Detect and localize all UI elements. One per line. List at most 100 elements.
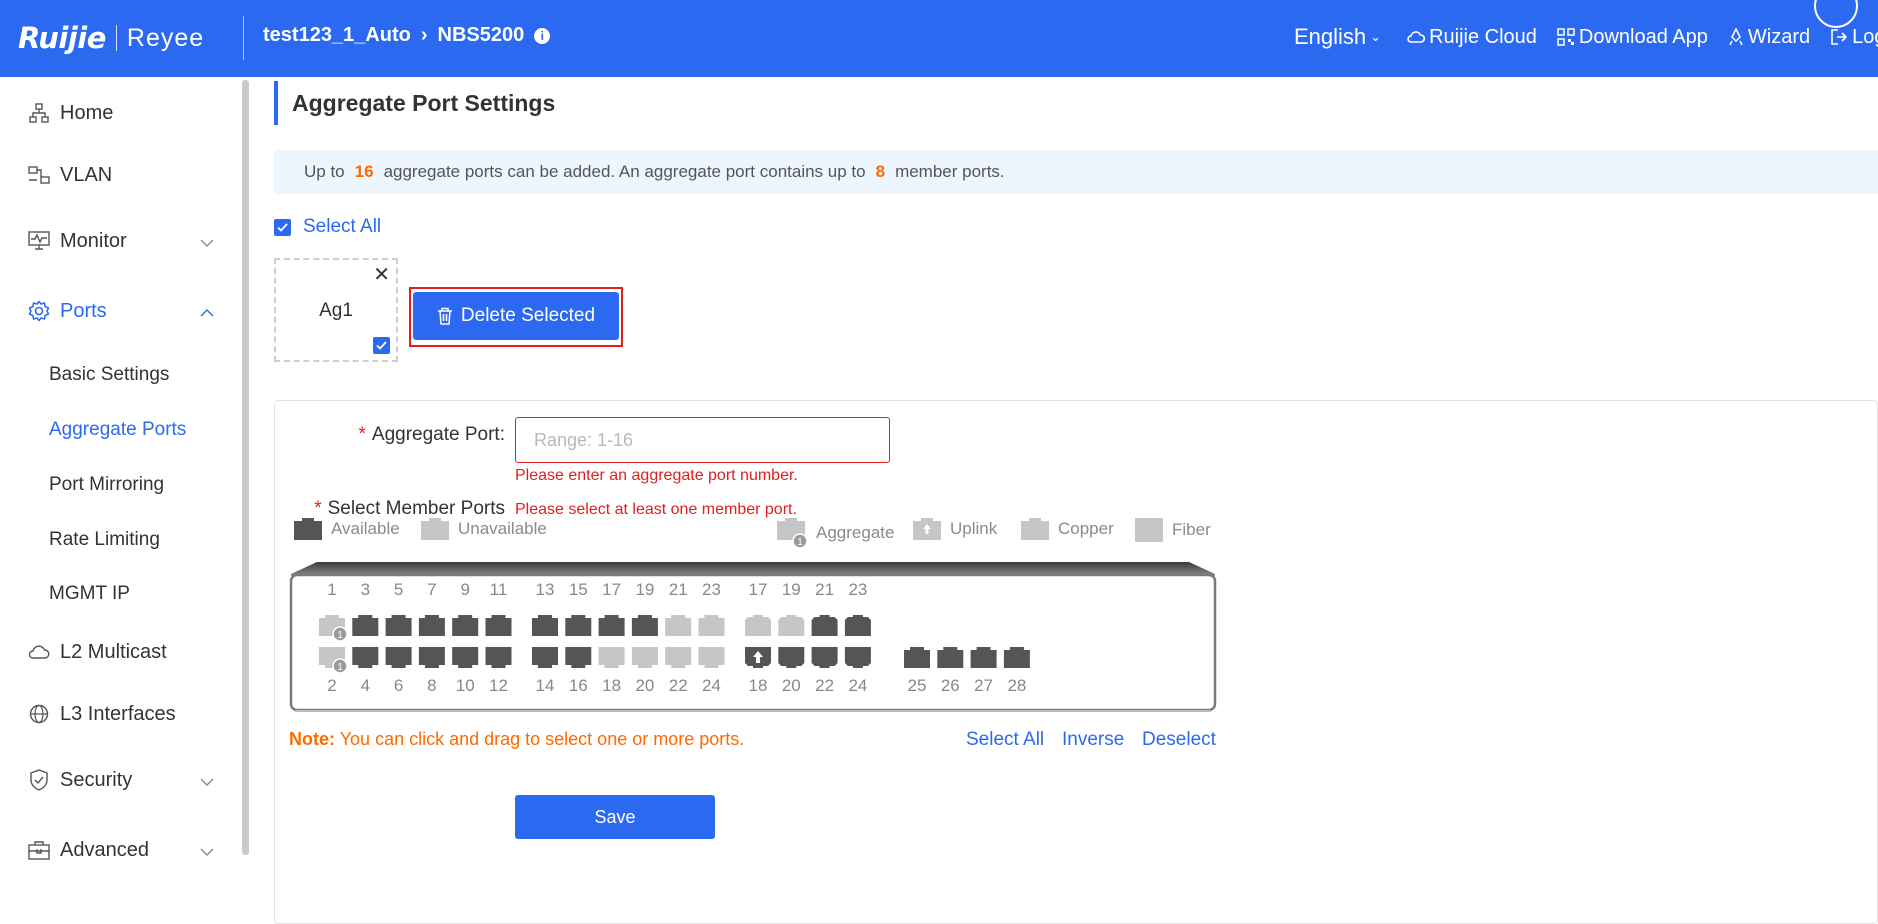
sidebar-subitem-aggregate-ports[interactable]: Aggregate Ports bbox=[49, 419, 186, 441]
header-divider bbox=[243, 16, 244, 60]
port-sfp-25[interactable] bbox=[904, 647, 930, 668]
cloud-label: Ruijie Cloud bbox=[1429, 25, 1537, 48]
port-number-label: 21 bbox=[669, 580, 688, 599]
sidebar-item-monitor[interactable]: Monitor bbox=[0, 229, 240, 253]
port-g3-bottom-18[interactable] bbox=[745, 647, 771, 668]
sidebar-item-l2-multicast[interactable]: L2 Multicast bbox=[0, 640, 240, 664]
port-sfp-27[interactable] bbox=[970, 647, 997, 668]
port-number-label: 24 bbox=[702, 676, 721, 695]
info-icon[interactable]: i bbox=[534, 27, 551, 44]
port-number-label: 15 bbox=[569, 580, 588, 599]
save-button[interactable]: Save bbox=[515, 795, 715, 839]
aggregate-port-label-text: Aggregate Port: bbox=[371, 424, 505, 445]
port-g1-top-7[interactable] bbox=[418, 615, 445, 636]
shield-icon bbox=[27, 768, 51, 792]
port-g3-bottom-24[interactable] bbox=[844, 647, 871, 668]
port-g2-bottom-16[interactable] bbox=[565, 647, 592, 668]
aggregate-port-card[interactable]: ✕ Ag1 bbox=[274, 258, 398, 362]
ruijie-cloud-link[interactable]: Ruijie Cloud bbox=[1407, 26, 1537, 49]
port-g3-bottom-22[interactable] bbox=[811, 647, 838, 668]
port-g1-bottom-12[interactable] bbox=[485, 647, 512, 668]
port-g3-top-17[interactable] bbox=[745, 615, 771, 636]
port-g1-bottom-10[interactable] bbox=[452, 647, 479, 668]
port-g2-top-19[interactable] bbox=[631, 615, 658, 636]
deselect-link[interactable]: Deselect bbox=[1142, 729, 1216, 751]
sidebar-subitem-rate-limiting[interactable]: Rate Limiting bbox=[49, 529, 160, 551]
notice-text-c: member ports. bbox=[895, 162, 1005, 181]
breadcrumb-device: NBS5200 bbox=[437, 24, 525, 46]
member-ports-error: Please select at least one member port. bbox=[515, 501, 797, 518]
port-g2-bottom-20[interactable] bbox=[631, 647, 658, 668]
port-g1-top-9[interactable] bbox=[452, 615, 479, 636]
port-sfp-28[interactable] bbox=[1003, 647, 1030, 668]
inverse-link[interactable]: Inverse bbox=[1062, 729, 1124, 751]
port-g2-bottom-14[interactable] bbox=[532, 647, 558, 668]
port-g1-top-5[interactable] bbox=[385, 615, 412, 636]
port-g1-top-3[interactable] bbox=[352, 615, 379, 636]
sidebar-item-ports[interactable]: Ports bbox=[0, 299, 240, 323]
wizard-label: Wizard bbox=[1747, 25, 1811, 48]
port-g1-bottom-6[interactable] bbox=[385, 647, 412, 668]
port-g2-top-15[interactable] bbox=[565, 615, 592, 636]
chevron-down-icon bbox=[200, 230, 214, 253]
sidebar-subitem-port-mirroring[interactable]: Port Mirroring bbox=[49, 474, 164, 496]
sidebar-item-home[interactable]: Home bbox=[0, 101, 240, 125]
chevron-down-icon bbox=[200, 839, 214, 862]
aggregate-port-input[interactable] bbox=[515, 417, 890, 463]
globe-icon bbox=[27, 702, 51, 726]
port-unavailable-icon bbox=[421, 518, 449, 540]
port-number-label: 10 bbox=[456, 676, 475, 695]
port-sfp-26[interactable] bbox=[937, 647, 964, 668]
breadcrumb-site[interactable]: test123_1_Auto bbox=[263, 24, 411, 47]
card-checkbox[interactable] bbox=[373, 337, 390, 354]
sidebar-item-l3-interfaces[interactable]: L3 Interfaces bbox=[0, 702, 240, 726]
trash-icon bbox=[437, 307, 452, 325]
logo-reyee: Reyee bbox=[126, 23, 205, 52]
toolbox-icon bbox=[27, 838, 51, 862]
sidebar-subitem-mgmt-ip[interactable]: MGMT IP bbox=[49, 583, 130, 605]
port-number-label: 27 bbox=[974, 676, 993, 695]
port-g2-bottom-18[interactable] bbox=[598, 647, 625, 668]
select-all-label: Select All bbox=[303, 216, 382, 237]
port-number-label: 17 bbox=[602, 580, 621, 599]
port-number-label: 3 bbox=[361, 580, 370, 599]
port-g3-top-21[interactable] bbox=[811, 615, 838, 636]
sidebar-item-label: VLAN bbox=[60, 163, 113, 186]
port-g2-bottom-22[interactable] bbox=[665, 647, 692, 668]
wizard-link[interactable]: Wizard bbox=[1728, 26, 1810, 49]
legend-available-label: Available bbox=[331, 519, 400, 538]
info-notice: Up to 16 aggregate ports can be added. An … bbox=[274, 150, 1878, 194]
select-all-link[interactable]: Select All bbox=[966, 729, 1044, 751]
port-g1-top-11[interactable] bbox=[485, 615, 512, 636]
download-app-link[interactable]: Download App bbox=[1557, 26, 1708, 49]
sidebar-subitem-basic-settings[interactable]: Basic Settings bbox=[49, 364, 169, 386]
select-all-checkbox[interactable]: Select All bbox=[274, 216, 381, 238]
port-available-icon bbox=[294, 518, 322, 540]
sidebar-item-vlan[interactable]: VLAN bbox=[0, 163, 240, 187]
port-g2-top-13[interactable] bbox=[532, 615, 558, 636]
sidebar-item-security[interactable]: Security bbox=[0, 768, 240, 792]
port-g2-top-23[interactable] bbox=[698, 615, 725, 636]
qrcode-icon bbox=[1557, 28, 1575, 46]
port-number-label: 20 bbox=[635, 676, 654, 695]
port-g3-top-19[interactable] bbox=[778, 615, 805, 636]
port-g2-bottom-24[interactable] bbox=[698, 647, 725, 668]
port-g1-bottom-8[interactable] bbox=[418, 647, 445, 668]
logo-ruijie: Ruijie bbox=[18, 21, 106, 55]
logout-link[interactable]: Log O bbox=[1830, 26, 1878, 49]
delete-selected-highlight: Delete Selected bbox=[409, 287, 623, 347]
delete-selected-label: Delete Selected bbox=[460, 305, 596, 326]
language-selector[interactable]: English ⌄ bbox=[1294, 24, 1381, 50]
close-icon[interactable]: ✕ bbox=[373, 262, 390, 287]
logout-label: Log O bbox=[1852, 25, 1878, 48]
delete-selected-button[interactable]: Delete Selected bbox=[413, 292, 619, 340]
port-g3-top-23[interactable] bbox=[844, 615, 871, 636]
sidebar-item-advanced[interactable]: Advanced bbox=[0, 838, 240, 862]
sidebar-scrollbar[interactable] bbox=[242, 80, 249, 855]
port-g2-top-21[interactable] bbox=[665, 615, 692, 636]
port-g2-top-17[interactable] bbox=[598, 615, 625, 636]
logout-icon bbox=[1831, 29, 1848, 45]
notice-max-agg: 16 bbox=[354, 162, 374, 181]
port-g3-bottom-20[interactable] bbox=[778, 647, 805, 668]
port-g1-bottom-4[interactable] bbox=[352, 647, 379, 668]
